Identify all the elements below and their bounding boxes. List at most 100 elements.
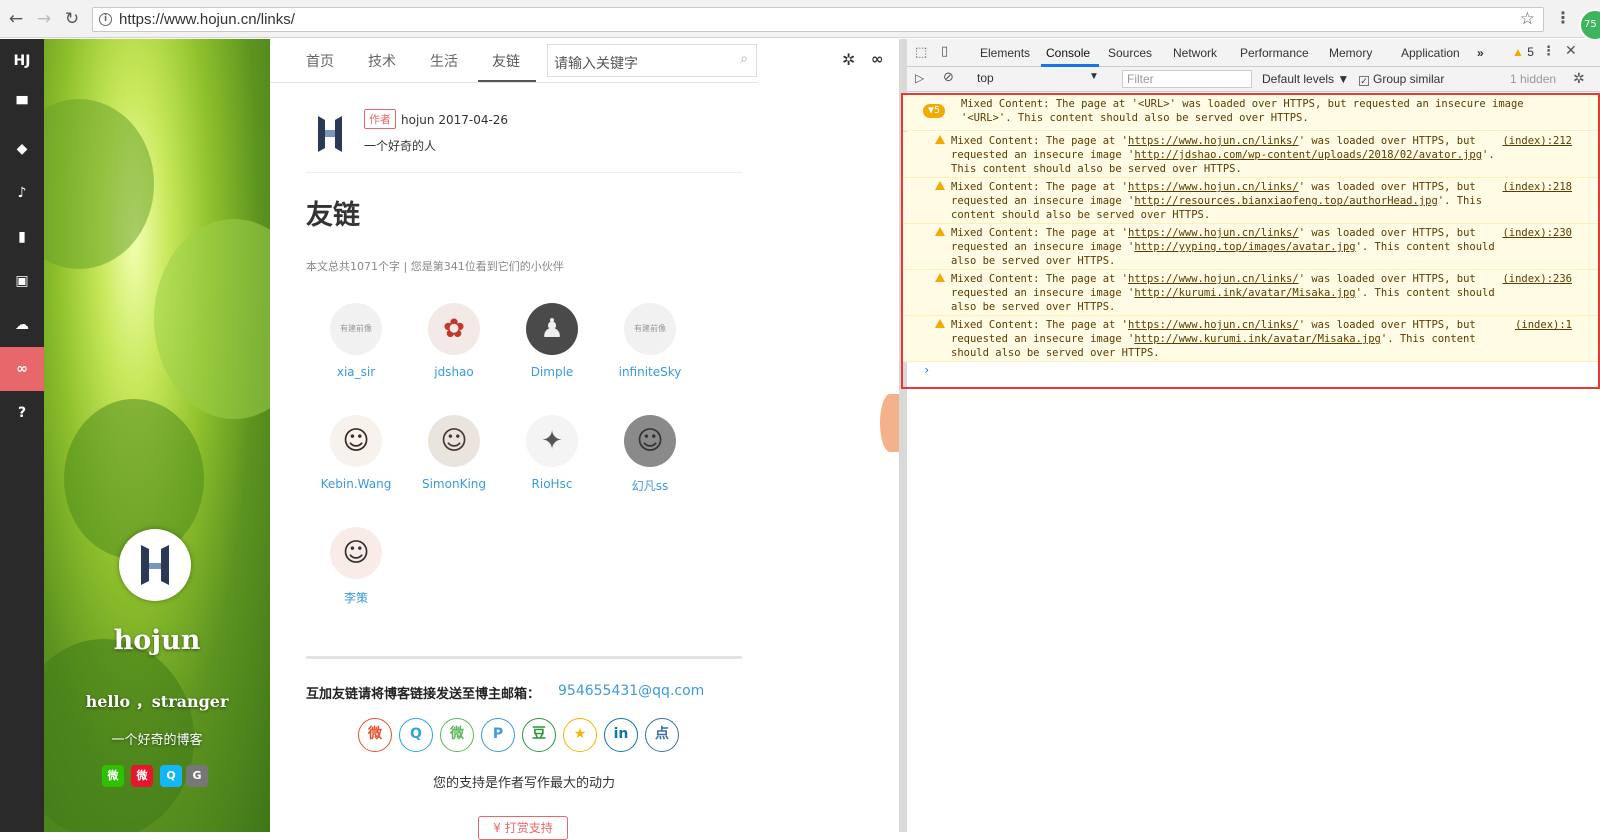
wechat-share-icon[interactable]: 微 — [440, 718, 474, 752]
friend-avatar[interactable]: 有建前像 — [624, 303, 676, 355]
image-url-link[interactable]: http://yyping.top/images/avatar.jpg — [1134, 241, 1355, 253]
friend-link-item[interactable]: 有建前像 infiniteSky — [604, 303, 696, 379]
friend-name[interactable]: xia_sir — [310, 365, 402, 379]
close-icon[interactable]: ✕ — [1565, 43, 1577, 59]
wechat-share-icon[interactable]: ∞ — [871, 50, 884, 68]
friend-avatar[interactable]: ☺ — [330, 527, 382, 579]
friend-name[interactable]: 幻凡ss — [604, 477, 696, 494]
tab-life[interactable]: 生活 — [430, 51, 458, 71]
filter-input[interactable]: Filter — [1122, 70, 1252, 88]
source-location-link[interactable]: (index):236 — [1502, 272, 1572, 286]
friend-link-item[interactable]: ✦ RioHsc — [506, 415, 598, 491]
devtools-tab-application[interactable]: Application — [1401, 46, 1460, 60]
friend-link-item[interactable]: ☺ 幻凡ss — [604, 415, 696, 494]
image-icon[interactable]: ▣ — [0, 259, 44, 303]
github-icon[interactable]: G — [186, 765, 208, 787]
device-toolbar-icon[interactable]: ▯ — [941, 44, 948, 59]
devtools-tab-memory[interactable]: Memory — [1329, 46, 1372, 60]
friend-name[interactable]: Kebin.Wang — [310, 477, 402, 491]
book-icon[interactable]: ▮ — [0, 215, 44, 259]
info-icon[interactable]: i — [99, 13, 112, 26]
friend-name[interactable]: 李策 — [310, 589, 402, 606]
douban-share-icon[interactable]: 豆 — [522, 718, 556, 752]
source-location-link[interactable]: (index):230 — [1502, 226, 1572, 240]
devtools-tab-sources[interactable]: Sources — [1108, 46, 1152, 60]
diandian-share-icon[interactable]: 点 — [645, 718, 679, 752]
devtools-menu-icon[interactable]: ⋮ — [1542, 44, 1555, 59]
page-url-link[interactable]: https://www.hojun.cn/links/ — [1128, 181, 1299, 193]
clear-console-icon[interactable]: ⊘ — [943, 70, 954, 85]
image-url-link[interactable]: http://www.kurumi.ink/avatar/Misaka.jpg — [1134, 333, 1381, 345]
group-similar-checkbox[interactable]: ✓ Group similar — [1359, 72, 1444, 86]
friend-avatar[interactable]: ✦ — [526, 415, 578, 467]
contact-email-link[interactable]: 954655431@qq.com — [558, 683, 704, 699]
forward-icon[interactable]: → — [34, 9, 54, 29]
link-icon[interactable]: ∞ — [0, 347, 44, 391]
search-input[interactable]: 请输入关键字 ⌕ — [547, 44, 757, 77]
context-selector[interactable]: top ▼ — [977, 71, 1107, 85]
linkedin-share-icon[interactable]: in — [604, 718, 638, 752]
friend-link-item[interactable]: ♟ Dimple — [506, 303, 598, 379]
checkbox-checked-icon[interactable]: ✓ — [1359, 76, 1369, 86]
qzone-share-icon[interactable]: ★ — [563, 718, 597, 752]
qq-icon[interactable]: Q — [160, 765, 182, 787]
friend-link-item[interactable]: ☺ 李策 — [310, 527, 402, 606]
image-url-link[interactable]: http://resources.bianxiaofeng.top/author… — [1134, 195, 1437, 207]
reward-button[interactable]: ¥ 打赏支持 — [478, 816, 568, 840]
friend-name[interactable]: infiniteSky — [604, 365, 696, 379]
cloud-icon[interactable]: ☁ — [0, 303, 44, 347]
console-settings-gear-icon[interactable]: ✲ — [1573, 71, 1585, 87]
address-bar[interactable]: i https://www.hojun.cn/links/ ☆ — [92, 7, 1544, 32]
source-location-link[interactable]: (index):212 — [1502, 134, 1572, 148]
page-url-link[interactable]: https://www.hojun.cn/links/ — [1128, 319, 1299, 331]
friend-link-item[interactable]: ☺ SimonKing — [408, 415, 500, 491]
log-levels-dropdown[interactable]: Default levels ▼ — [1262, 72, 1349, 86]
console-warning-message[interactable]: Mixed Content: The page at 'https://www.… — [903, 132, 1598, 178]
wechat-icon[interactable]: 微 — [102, 765, 124, 787]
search-icon[interactable]: ⌕ — [740, 51, 748, 67]
bookmark-star-icon[interactable]: ☆ — [1520, 9, 1535, 29]
source-location-link[interactable]: (index):218 — [1502, 180, 1572, 194]
pinterest-share-icon[interactable]: P — [481, 718, 515, 752]
friend-avatar[interactable]: ♟ — [526, 303, 578, 355]
qq-share-icon[interactable]: Q — [399, 718, 433, 752]
more-tabs-icon[interactable]: » — [1477, 46, 1484, 60]
devtools-tab-performance[interactable]: Performance — [1240, 46, 1309, 60]
friend-link-item[interactable]: 有建前像 xia_sir — [310, 303, 402, 379]
reload-icon[interactable]: ↻ — [62, 9, 82, 29]
inspect-element-icon[interactable]: ⬚ — [915, 45, 927, 60]
console-prompt[interactable]: › — [923, 363, 930, 377]
profile-avatar[interactable]: 75 — [1579, 9, 1600, 41]
friend-name[interactable]: Dimple — [506, 365, 598, 379]
devtools-tab-network[interactable]: Network — [1173, 46, 1217, 60]
browser-menu-icon[interactable]: ⋮ — [1555, 8, 1571, 27]
music-icon[interactable]: ♪ — [0, 171, 44, 215]
console-warning-message[interactable]: Mixed Content: The page at 'https://www.… — [903, 270, 1598, 316]
friend-link-item[interactable]: ☺ Kebin.Wang — [310, 415, 402, 491]
friend-avatar[interactable]: ☺ — [428, 415, 480, 467]
image-url-link[interactable]: http://jdshao.com/wp-content/uploads/201… — [1134, 149, 1482, 161]
site-logo[interactable]: HJ — [0, 39, 44, 83]
devtools-tab-console[interactable]: Console — [1046, 46, 1090, 60]
tag-icon[interactable]: ◆ — [0, 127, 44, 171]
console-warning-message[interactable]: Mixed Content: The page at 'https://www.… — [903, 316, 1598, 362]
help-icon[interactable]: ? — [0, 391, 44, 435]
mascot-widget[interactable] — [880, 394, 900, 452]
page-url-link[interactable]: https://www.hojun.cn/links/ — [1128, 273, 1299, 285]
sidebar-toggle-icon[interactable]: ▷ — [915, 71, 924, 85]
friend-avatar[interactable]: 有建前像 — [330, 303, 382, 355]
author-name[interactable]: hojun — [401, 113, 435, 127]
tab-tech[interactable]: 技术 — [368, 51, 396, 71]
friend-link-item[interactable]: ✿ jdshao — [408, 303, 500, 379]
settings-gear-icon[interactable]: ✲ — [842, 50, 855, 69]
avatar[interactable] — [119, 529, 191, 601]
tab-home[interactable]: 首页 — [306, 51, 334, 71]
console-warning-message[interactable]: Mixed Content: The page at 'https://www.… — [903, 224, 1598, 270]
source-location-link[interactable]: (index):1 — [1515, 318, 1572, 332]
weibo-icon[interactable]: 微 — [131, 765, 153, 787]
weibo-share-icon[interactable]: 微 — [358, 718, 392, 752]
friend-avatar[interactable]: ☺ — [330, 415, 382, 467]
devtools-tab-elements[interactable]: Elements — [980, 46, 1030, 60]
archive-icon[interactable]: ▀ — [0, 83, 44, 127]
image-url-link[interactable]: http://kurumi.ink/avatar/Misaka.jpg — [1134, 287, 1355, 299]
